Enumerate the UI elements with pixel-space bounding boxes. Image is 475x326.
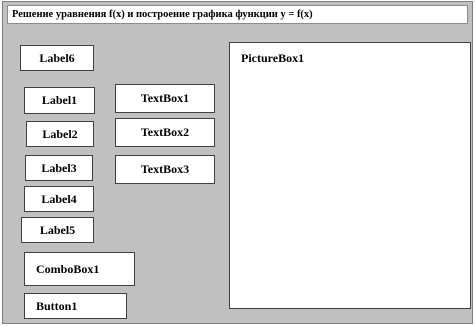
label5: Label5 [21,217,94,243]
label2: Label2 [26,121,94,147]
combobox1[interactable]: ComboBox1 [24,252,135,286]
picturebox1-label: PictureBox1 [241,51,305,65]
picturebox1[interactable]: PictureBox1 [229,42,471,309]
textbox1[interactable]: TextBox1 [115,84,215,113]
textbox2[interactable]: TextBox2 [115,118,215,147]
label4: Label4 [24,186,94,212]
label3: Label3 [25,155,93,181]
label1: Label1 [24,87,95,114]
window-title: Решение уравнения f(x) и построение граф… [7,5,468,24]
label6: Label6 [20,45,94,71]
textbox3[interactable]: TextBox3 [115,155,215,184]
button1[interactable]: Button1 [24,293,127,319]
